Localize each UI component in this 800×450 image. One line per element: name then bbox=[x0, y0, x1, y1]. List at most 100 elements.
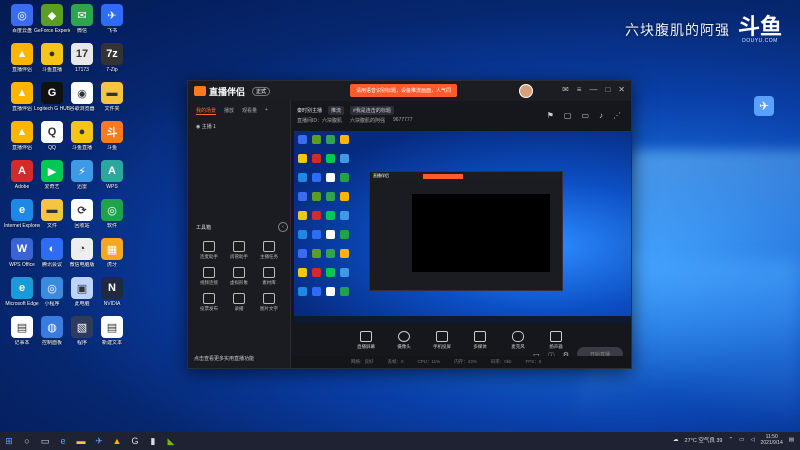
preview-desktop-icon bbox=[298, 230, 307, 239]
preview-desktop-icon bbox=[340, 287, 349, 296]
app-icon: ▬ bbox=[41, 199, 63, 221]
toolbox-item[interactable]: 连麦助手 bbox=[194, 241, 224, 260]
windows-start-icon[interactable]: ⊞ bbox=[0, 432, 18, 450]
maximize-icon[interactable]: □ bbox=[605, 85, 610, 94]
toolbox-item[interactable]: 虚拟形象 bbox=[224, 267, 254, 286]
preview-desktop-icon bbox=[326, 287, 335, 296]
preview-desktop-icon bbox=[312, 192, 321, 201]
minimize-icon[interactable]: — bbox=[589, 85, 597, 94]
avatar[interactable] bbox=[519, 84, 533, 98]
streamer-watermark: 六块腹肌的阿强 斗鱼 DOUYU.COM bbox=[624, 14, 782, 45]
preview-desktop-icon bbox=[312, 287, 321, 296]
douyu-logo-text: 斗鱼 bbox=[737, 14, 782, 39]
preview-taskbar bbox=[294, 316, 631, 323]
toolbox-item[interactable]: 视频连接 bbox=[194, 267, 224, 286]
network-icon[interactable]: ▭ bbox=[739, 437, 744, 443]
tray-arrow-icon[interactable]: ⌃ bbox=[729, 437, 734, 443]
desktop-icon[interactable]: ▤ 新建文本 bbox=[94, 316, 130, 346]
clock[interactable]: 11:50 2021/9/14 bbox=[761, 434, 783, 446]
cloud-icon: ☁ bbox=[673, 437, 679, 443]
menu-icon[interactable]: ≡ bbox=[577, 85, 582, 94]
desktop-icon[interactable]: ▦ 虎牙 bbox=[94, 238, 130, 268]
toolbox-item[interactable]: 主播任务 bbox=[254, 241, 284, 260]
desktop-icon[interactable]: ✈ 飞书 bbox=[94, 4, 130, 34]
toolbox-item[interactable]: 图片文字 bbox=[254, 293, 284, 312]
tool-icon bbox=[233, 293, 245, 304]
speaker-icon bbox=[550, 331, 562, 342]
desktop-icon[interactable]: A WPS bbox=[94, 160, 130, 190]
scene-item[interactable]: ◉ 主播 1 bbox=[188, 121, 290, 132]
search-icon[interactable]: ○ bbox=[18, 432, 36, 450]
clock-date: 2021/9/14 bbox=[760, 440, 783, 446]
notice-banner[interactable]: 请用语音识别标题，设备推流画面，人气同 bbox=[350, 84, 458, 97]
tab-my-scenes[interactable]: 我的场景 bbox=[196, 107, 217, 115]
stream-title[interactable]: #我是连击的标题 bbox=[350, 106, 394, 115]
watermark-text: 六块腹肌的阿强 bbox=[624, 22, 730, 38]
preview-desktop-icon bbox=[298, 268, 307, 277]
app-icon: ◍ bbox=[41, 316, 63, 338]
desktop-icon-label: 软件 bbox=[106, 223, 117, 229]
stream-preview[interactable]: 直播伴侣 bbox=[294, 131, 631, 323]
toolbox-item[interactable]: 录播 bbox=[224, 293, 254, 312]
desktop-icon[interactable]: ▬ 文件夹 bbox=[94, 82, 130, 112]
feishu-bird-icon[interactable]: ✈ bbox=[754, 96, 774, 116]
main-panel: 秦时别主播 推流 #我是连击的标题 直播间ID：六块腹肌 六块腹肌的阿强 967… bbox=[291, 101, 631, 368]
preview-desktop-icon bbox=[340, 173, 349, 182]
toolbox-item[interactable]: 房管助手 bbox=[224, 241, 254, 260]
weather-text[interactable]: 27°C 空气良 39 bbox=[685, 436, 723, 444]
app-icon: ⚡ bbox=[71, 160, 93, 182]
tab-play[interactable]: 播放 bbox=[224, 107, 234, 115]
toolbox-item[interactable]: 素材库 bbox=[254, 267, 284, 286]
desktop-icon[interactable]: 7z 7-Zip bbox=[94, 43, 130, 73]
app-icon: ◆ bbox=[41, 4, 63, 26]
camera-icon bbox=[398, 331, 410, 342]
tab-views[interactable]: 观看量 bbox=[242, 107, 257, 115]
feishu-taskbar-icon[interactable]: ✈ bbox=[90, 432, 108, 450]
volume-icon[interactable]: ◁ bbox=[750, 437, 754, 443]
preview-desktop-icon bbox=[340, 135, 349, 144]
bell-icon[interactable]: ♪ bbox=[599, 111, 603, 120]
app-icon: ◎ bbox=[11, 4, 33, 26]
live-companion-taskbar-icon[interactable]: ▲ bbox=[108, 432, 126, 450]
desktop-icon[interactable]: ◎ 软件 bbox=[94, 199, 130, 229]
app-icon: A bbox=[101, 160, 123, 182]
close-icon[interactable]: ✕ bbox=[618, 85, 625, 94]
task-view-icon[interactable]: ▭ bbox=[36, 432, 54, 450]
stream-category[interactable]: 秦时别主播 bbox=[297, 107, 322, 114]
preview-desktop-icon bbox=[326, 192, 335, 201]
preview-desktop-icon bbox=[312, 135, 321, 144]
app-taskbar-icon[interactable]: ▮ bbox=[144, 432, 162, 450]
share-icon[interactable]: ⋰ bbox=[613, 111, 621, 120]
edge-taskbar-icon[interactable]: e bbox=[54, 432, 72, 450]
douyu-domain: DOUYU.COM bbox=[742, 38, 778, 44]
app-icon: ▧ bbox=[71, 316, 93, 338]
screen-icon[interactable]: ▭ bbox=[581, 111, 589, 120]
app-icon: G bbox=[41, 82, 63, 104]
gift-icon[interactable]: ⚑ bbox=[547, 111, 554, 120]
version-badge: 正式 bbox=[252, 86, 271, 96]
status-item: CPU：11% bbox=[417, 359, 441, 364]
explorer-taskbar-icon[interactable]: ▬ bbox=[72, 432, 90, 450]
room-id: 直播间ID：六块腹肌 bbox=[297, 118, 343, 124]
notification-icon[interactable]: ▤ bbox=[789, 437, 794, 443]
sidebar-note[interactable]: 点击查看更多实用直播功能 bbox=[194, 355, 254, 362]
toolbox-collapse-icon[interactable]: ‹ bbox=[278, 222, 288, 232]
add-scene-icon[interactable]: + bbox=[265, 107, 268, 115]
mail-icon[interactable]: ✉ bbox=[562, 85, 569, 94]
toolbox-item[interactable]: 投票发布 bbox=[194, 293, 224, 312]
app-icon: ▬ bbox=[101, 82, 123, 104]
desktop-icon[interactable]: N NVIDIA bbox=[94, 277, 130, 307]
desktop-icon-label: 文件夹 bbox=[104, 106, 120, 112]
eye-icon[interactable]: ◉ bbox=[196, 124, 200, 130]
control-label: 扬声器 bbox=[549, 344, 563, 349]
tool-icon bbox=[263, 267, 275, 278]
app-icon: ▤ bbox=[101, 316, 123, 338]
lock-icon[interactable]: ▢ bbox=[564, 111, 572, 120]
tool-label: 录播 bbox=[234, 306, 244, 311]
desktop-icon[interactable]: 斗斗鱼 bbox=[94, 121, 130, 151]
preview-desktop-icon bbox=[312, 249, 321, 258]
nvidia-taskbar-icon[interactable]: ◣ bbox=[162, 432, 180, 450]
tool-label: 连麦助手 bbox=[200, 254, 218, 259]
ghub-taskbar-icon[interactable]: G bbox=[126, 432, 144, 450]
scene-name: 主播 1 bbox=[201, 124, 216, 130]
